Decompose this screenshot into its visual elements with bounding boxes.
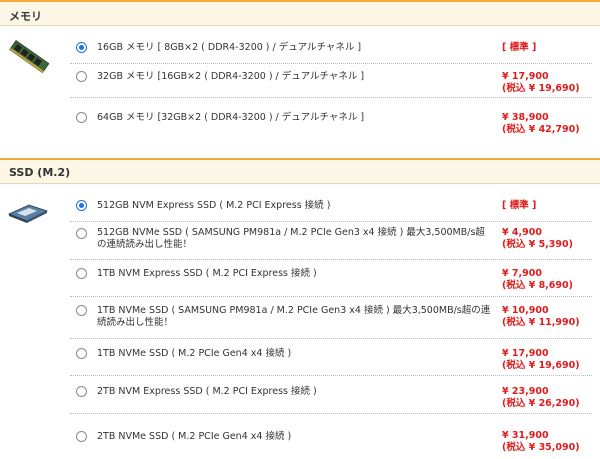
list-item: 1TB NVMe SSD ( M.2 PCIe Gen4 x4 接続 ) ¥ 1… xyxy=(70,339,592,376)
price-value: ¥ 7,900 xyxy=(502,268,542,279)
option-label[interactable]: 1TB NVMe SSD ( M.2 PCIe Gen4 x4 接続 ) xyxy=(97,348,492,360)
price: ¥ 23,900 (税込 ¥ 26,290) xyxy=(502,386,600,410)
price-tax: (税込 ¥ 42,790) xyxy=(502,124,580,135)
ssd-option-radio[interactable] xyxy=(76,348,87,359)
price-value: [ 標準 ] xyxy=(502,200,537,211)
option-label[interactable]: 1TB NVMe SSD ( SAMSUNG PM981a / M.2 PCIe… xyxy=(97,305,492,329)
m2-ssd-icon xyxy=(7,202,49,227)
price-value: ¥ 31,900 xyxy=(502,430,549,441)
price: [ 標準 ] xyxy=(502,42,600,54)
ssd-section-title: SSD (M.2) xyxy=(9,166,71,179)
option-label[interactable]: 512GB NVM Express SSD ( M.2 PCI Express … xyxy=(97,200,492,212)
list-item: 2TB NVMe SSD ( M.2 PCIe Gen4 x4 接続 ) ¥ 3… xyxy=(70,414,592,454)
price-tax: (税込 ¥ 19,690) xyxy=(502,360,580,371)
price-value: ¥ 23,900 xyxy=(502,386,549,397)
price-tax: (税込 ¥ 19,690) xyxy=(502,83,580,94)
price-tax: (税込 ¥ 26,290) xyxy=(502,398,580,409)
price-value: ¥ 4,900 xyxy=(502,227,542,238)
list-item: 32GB メモリ [16GB×2 ( DDR4-3200 ) / デュアルチャネ… xyxy=(70,64,592,98)
price: ¥ 17,900 (税込 ¥ 19,690) xyxy=(502,348,600,372)
list-item: 512GB NVMe SSD ( SAMSUNG PM981a / M.2 PC… xyxy=(70,222,592,260)
list-item: 16GB メモリ [ 8GB×2 ( DDR4-3200 ) / デュアルチャネ… xyxy=(70,38,592,64)
price-value: ¥ 17,900 xyxy=(502,348,549,359)
price: ¥ 7,900 (税込 ¥ 8,690) xyxy=(502,268,600,292)
option-label[interactable]: 16GB メモリ [ 8GB×2 ( DDR4-3200 ) / デュアルチャネ… xyxy=(97,42,492,54)
option-label[interactable]: 512GB NVMe SSD ( SAMSUNG PM981a / M.2 PC… xyxy=(97,227,492,251)
memory-section-header: メモリ xyxy=(0,0,600,26)
price-tax: (税込 ¥ 8,690) xyxy=(502,280,573,291)
price-tax: (税込 ¥ 11,990) xyxy=(502,317,580,328)
option-label[interactable]: 2TB NVM Express SSD ( M.2 PCI Express 接続… xyxy=(97,386,492,398)
list-item: 1TB NVMe SSD ( SAMSUNG PM981a / M.2 PCIe… xyxy=(70,297,592,339)
list-item: 1TB NVM Express SSD ( M.2 PCI Express 接続… xyxy=(70,260,592,297)
ssd-option-radio[interactable] xyxy=(76,386,87,397)
ssd-section-header: SSD (M.2) xyxy=(0,158,600,184)
price: ¥ 10,900 (税込 ¥ 11,990) xyxy=(502,305,600,329)
memory-option-radio[interactable] xyxy=(76,42,87,53)
price: ¥ 38,900 (税込 ¥ 42,790) xyxy=(502,112,600,136)
option-label[interactable]: 1TB NVM Express SSD ( M.2 PCI Express 接続… xyxy=(97,268,492,280)
price-value: [ 標準 ] xyxy=(502,42,537,53)
option-label[interactable]: 32GB メモリ [16GB×2 ( DDR4-3200 ) / デュアルチャネ… xyxy=(97,71,492,83)
option-label[interactable]: 64GB メモリ [32GB×2 ( DDR4-3200 ) / デュアルチャネ… xyxy=(97,112,492,124)
ssd-option-radio[interactable] xyxy=(76,228,87,239)
memory-section-title: メモリ xyxy=(9,10,42,23)
memory-section: メモリ 16GB メモリ [ 8GB×2 ( DDR4-3200 ) / デュア… xyxy=(0,0,600,145)
ssd-option-radio[interactable] xyxy=(76,200,87,211)
list-item: 512GB NVM Express SSD ( M.2 PCI Express … xyxy=(70,196,592,222)
ram-module-icon xyxy=(9,40,50,77)
memory-option-radio[interactable] xyxy=(76,112,87,123)
list-item: 64GB メモリ [32GB×2 ( DDR4-3200 ) / デュアルチャネ… xyxy=(70,105,592,139)
price-tax: (税込 ¥ 35,090) xyxy=(502,442,580,453)
ssd-option-radio[interactable] xyxy=(76,268,87,279)
memory-option-radio[interactable] xyxy=(76,71,87,82)
price-tax: (税込 ¥ 5,390) xyxy=(502,239,573,250)
ssd-option-radio[interactable] xyxy=(76,305,87,316)
price: ¥ 4,900 (税込 ¥ 5,390) xyxy=(502,227,600,251)
list-item: 2TB NVM Express SSD ( M.2 PCI Express 接続… xyxy=(70,376,592,414)
ssd-option-radio[interactable] xyxy=(76,431,87,442)
price: [ 標準 ] xyxy=(502,200,600,212)
price-value: ¥ 38,900 xyxy=(502,112,549,123)
ssd-section: SSD (M.2) 512GB NVM Express SSD ( M.2 PC… xyxy=(0,158,600,459)
price: ¥ 17,900 (税込 ¥ 19,690) xyxy=(502,71,600,95)
price-value: ¥ 10,900 xyxy=(502,305,549,316)
price: ¥ 31,900 (税込 ¥ 35,090) xyxy=(502,430,600,454)
price-value: ¥ 17,900 xyxy=(502,71,549,82)
option-label[interactable]: 2TB NVMe SSD ( M.2 PCIe Gen4 x4 接続 ) xyxy=(97,431,492,443)
